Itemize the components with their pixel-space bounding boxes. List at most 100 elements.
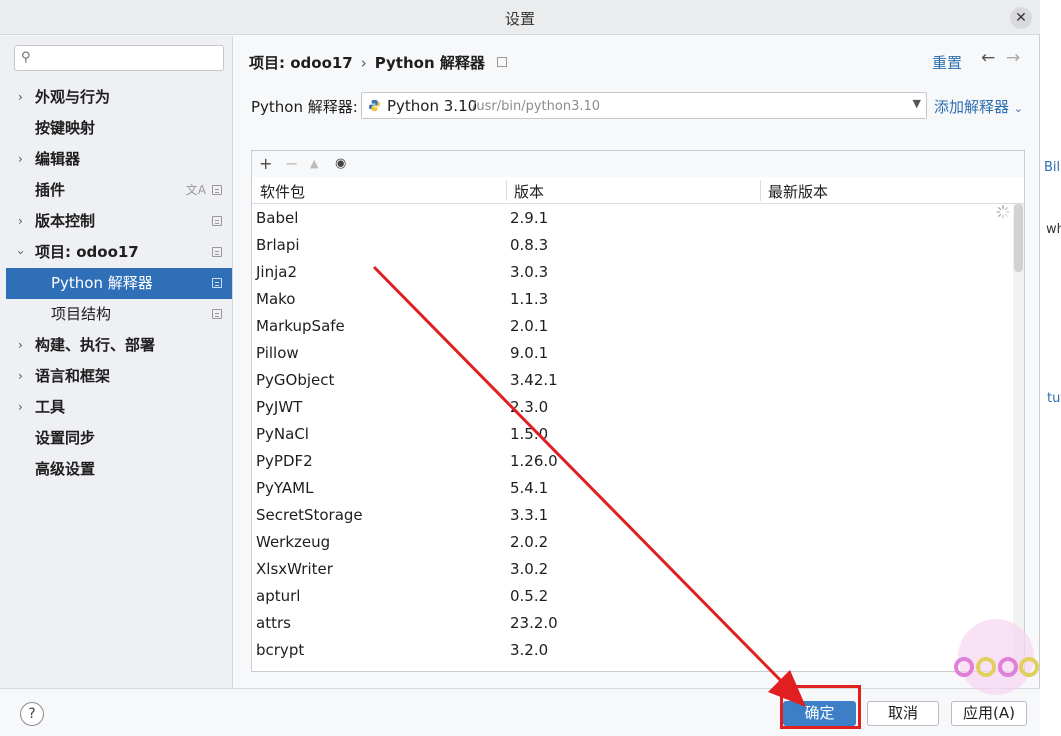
chevron-right-icon: › (18, 338, 23, 352)
add-interpreter-link[interactable]: 添加解释器 ⌄ (934, 96, 1023, 117)
table-row[interactable]: MarkupSafe 2.0.1 (252, 313, 1012, 340)
column-header-package[interactable]: 软件包 (260, 181, 305, 202)
table-row[interactable]: Pillow 9.0.1 (252, 340, 1012, 367)
column-header-latest[interactable]: 最新版本 (768, 181, 828, 202)
table-row[interactable]: attrs 23.2.0 (252, 610, 1012, 637)
settings-nav: › 外观与行为 按键映射 › 编辑器 插件 文A › 版本控制 › 项目: od… (0, 82, 232, 485)
package-version: 9.0.1 (510, 344, 549, 362)
sidebar-item-label: 构建、执行、部署 (35, 336, 156, 354)
background-window: Bill wh tut (1040, 0, 1061, 736)
upgrade-package-icon[interactable]: ▲ (310, 157, 318, 170)
table-row[interactable]: PyJWT 2.3.0 (252, 394, 1012, 421)
sidebar-item-settings-sync[interactable]: 设置同步 (0, 423, 232, 454)
scrollbar-thumb[interactable] (1014, 204, 1023, 272)
package-name: PyJWT (256, 398, 303, 416)
interpreter-version: Python 3.10 (387, 97, 478, 115)
package-version: 3.2.0 (510, 641, 549, 659)
help-button[interactable]: ? (20, 702, 44, 726)
sidebar-item-plugins[interactable]: 插件 文A (0, 175, 232, 206)
sidebar-item-editor[interactable]: › 编辑器 (0, 144, 232, 175)
package-name: Jinja2 (256, 263, 298, 281)
package-version: 3.0.3 (510, 263, 549, 281)
settings-sidebar: ⚲ › 外观与行为 按键映射 › 编辑器 插件 文A › 版本控制 › 项目: … (0, 36, 233, 688)
package-version: 2.9.1 (510, 209, 549, 227)
apply-button[interactable]: 应用(A) (951, 701, 1027, 726)
search-input[interactable]: ⚲ (14, 45, 224, 71)
sidebar-item-advanced[interactable]: 高级设置 (0, 454, 232, 485)
sidebar-item-label: 语言和框架 (35, 367, 111, 385)
add-package-icon[interactable]: + (259, 154, 272, 173)
sidebar-item-python-interpreter[interactable]: Python 解释器 (6, 268, 232, 299)
package-version: 3.3.1 (510, 506, 549, 524)
background-text: tut (1047, 391, 1061, 406)
table-row[interactable]: PyGObject 3.42.1 (252, 367, 1012, 394)
table-row[interactable]: PyPDF2 1.26.0 (252, 448, 1012, 475)
chevron-right-icon: › (18, 400, 23, 414)
chevron-right-icon: › (18, 369, 23, 383)
interpreter-select[interactable]: Python 3.10 /usr/bin/python3.10 ▼ (361, 92, 927, 119)
table-row[interactable]: XlsxWriter 3.0.2 (252, 556, 1012, 583)
python-icon (368, 99, 381, 112)
reset-link[interactable]: 重置 (932, 52, 962, 73)
add-interpreter-label: 添加解释器 (934, 98, 1010, 116)
table-row[interactable]: Jinja2 3.0.3 (252, 259, 1012, 286)
project-scope-icon (212, 247, 222, 257)
sidebar-item-project[interactable]: › 项目: odoo17 (0, 237, 232, 268)
settings-content: 项目: odoo17 › Python 解释器 重置 ← → Python 解释器:… (234, 36, 1039, 688)
package-name: Werkzeug (256, 533, 331, 551)
breadcrumb-separator: › (360, 54, 367, 72)
title-bar: 设置 ✕ (0, 0, 1040, 35)
sidebar-item-appearance[interactable]: › 外观与行为 (0, 82, 232, 113)
sidebar-item-label: 版本控制 (35, 212, 96, 230)
sidebar-item-languages[interactable]: › 语言和框架 (0, 361, 232, 392)
eye-icon[interactable]: ◉ (335, 156, 346, 171)
close-icon[interactable]: ✕ (1010, 7, 1032, 29)
background-text: wh (1046, 222, 1061, 237)
package-name: attrs (256, 614, 291, 632)
table-row[interactable]: PyYAML 5.4.1 (252, 475, 1012, 502)
sidebar-item-label: 项目结构 (51, 305, 112, 323)
sidebar-item-tools[interactable]: › 工具 (0, 392, 232, 423)
table-row[interactable]: bcrypt 3.2.0 (252, 637, 1012, 664)
sidebar-item-label: 设置同步 (35, 429, 96, 447)
arrow-left-icon[interactable]: ← (981, 48, 995, 68)
sidebar-item-keymap[interactable]: 按键映射 (0, 113, 232, 144)
table-row[interactable]: Babel 2.9.1 (252, 205, 1012, 232)
interpreter-path: /usr/bin/python3.10 (472, 99, 601, 114)
table-row[interactable]: Werkzeug 2.0.2 (252, 529, 1012, 556)
project-scope-icon (212, 216, 222, 226)
package-version: 2.3.0 (510, 398, 549, 416)
table-row[interactable]: PyNaCl 1.5.0 (252, 421, 1012, 448)
chevron-right-icon: › (18, 90, 23, 104)
package-version: 5.4.1 (510, 479, 549, 497)
sidebar-item-label: 高级设置 (35, 460, 96, 478)
caret-down-icon: ▼ (912, 97, 921, 110)
chevron-right-icon: › (18, 214, 23, 228)
package-name: PyYAML (256, 479, 314, 497)
table-row[interactable]: Brlapi 0.8.3 (252, 232, 1012, 259)
package-name: bcrypt (256, 641, 305, 659)
package-list-scrollbar[interactable] (1013, 204, 1024, 672)
search-icon: ⚲ (21, 50, 31, 65)
table-row[interactable]: Mako 1.1.3 (252, 286, 1012, 313)
package-version: 2.0.1 (510, 317, 549, 335)
sidebar-item-project-structure[interactable]: 项目结构 (0, 299, 232, 330)
loading-spinner-icon (996, 205, 1010, 219)
remove-package-icon[interactable]: − (285, 154, 298, 173)
column-header-version[interactable]: 版本 (514, 181, 544, 202)
sidebar-item-build[interactable]: › 构建、执行、部署 (0, 330, 232, 361)
sidebar-item-label: 插件 (35, 181, 66, 199)
table-row[interactable]: apturl 0.5.2 (252, 583, 1012, 610)
package-name: Mako (256, 290, 296, 308)
annotation-highlight-box (780, 685, 861, 729)
package-version: 3.0.2 (510, 560, 549, 578)
package-version: 3.42.1 (510, 371, 558, 389)
sidebar-item-label: 编辑器 (35, 150, 81, 168)
cancel-button[interactable]: 取消 (867, 701, 939, 726)
table-row[interactable]: SecretStorage 3.3.1 (252, 502, 1012, 529)
package-name: SecretStorage (256, 506, 363, 524)
package-table-header: 软件包 版本 最新版本 (252, 177, 1024, 204)
column-divider (760, 180, 761, 201)
arrow-right-icon[interactable]: → (1006, 48, 1020, 68)
sidebar-item-version-control[interactable]: › 版本控制 (0, 206, 232, 237)
